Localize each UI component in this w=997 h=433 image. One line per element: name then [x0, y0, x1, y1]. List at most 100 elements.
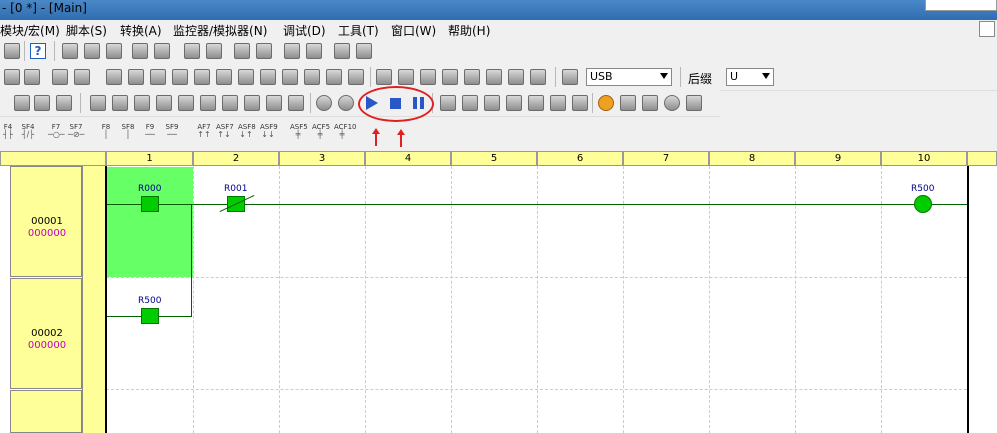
tool-icon-y[interactable] [464, 69, 480, 85]
replace-icon[interactable] [206, 43, 222, 59]
row-header[interactable] [10, 390, 82, 433]
fkey-asf5[interactable]: ASF5 ╪ [290, 123, 308, 139]
monitor-icon[interactable] [14, 95, 30, 111]
tool-icon-q[interactable] [282, 69, 298, 85]
connect-icon[interactable] [562, 69, 578, 85]
column-header[interactable]: 5 [451, 151, 537, 166]
tool-icon-w[interactable] [420, 69, 436, 85]
tool-icon-ad[interactable] [222, 95, 238, 111]
menu-convert[interactable]: 转换(A) [120, 22, 162, 39]
tool-icon-aa[interactable] [508, 69, 524, 85]
undo-icon[interactable] [132, 43, 148, 59]
column-header[interactable]: 4 [365, 151, 451, 166]
menu-macro[interactable]: 模块/宏(M) [0, 22, 60, 39]
step-over-icon[interactable] [572, 95, 588, 111]
tool-icon-ac[interactable] [200, 95, 216, 111]
breakpoint-icon[interactable] [598, 95, 614, 111]
fkey-asf8[interactable]: ASF8 ↓↑ [238, 123, 256, 139]
fkey-acf10[interactable]: ACF10 ╪ [334, 123, 357, 139]
tool-icon-d[interactable] [306, 43, 322, 59]
fkey-f8[interactable]: F8 │ [98, 123, 114, 139]
mdi-close-button[interactable] [979, 21, 995, 37]
tool-icon-af[interactable] [266, 95, 282, 111]
module-icon[interactable] [4, 69, 20, 85]
pc-icon[interactable] [642, 95, 658, 111]
port-select[interactable]: USB [586, 68, 672, 86]
tool-icon-b[interactable] [256, 43, 272, 59]
menu-help[interactable]: 帮助(H) [448, 22, 490, 39]
fkey-acf5[interactable]: ACF5 ╪ [312, 123, 330, 139]
redo-icon[interactable] [154, 43, 170, 59]
fkey-asf9[interactable]: ASF9 ↓↓ [260, 123, 278, 139]
row-header[interactable]: 00002 000000 [10, 278, 82, 389]
menu-debug[interactable]: 调试(D) [283, 22, 326, 39]
timer-icon[interactable] [664, 95, 680, 111]
tool-icon-h[interactable] [74, 69, 90, 85]
fkey-sf8[interactable]: SF8 │ [120, 123, 136, 139]
fkey-f7[interactable]: F7 ─○─ [48, 123, 65, 139]
tool-icon-ag[interactable] [686, 95, 702, 111]
tool-icon-i[interactable] [106, 69, 122, 85]
dev-icon-a[interactable] [34, 95, 50, 111]
row-header[interactable]: 00001 000000 [10, 166, 82, 277]
menu-tools[interactable]: 工具(T) [338, 22, 379, 39]
warning-icon[interactable] [288, 95, 304, 111]
tool-icon-ab[interactable] [530, 69, 546, 85]
step-first-icon[interactable] [440, 95, 456, 111]
fkey-sf4[interactable]: SF4 ┤/├ [20, 123, 36, 139]
help-icon[interactable]: ? [30, 43, 46, 59]
record-icon-b[interactable] [338, 95, 354, 111]
column-header[interactable]: 6 [537, 151, 623, 166]
tool-icon-p[interactable] [260, 69, 276, 85]
wave-icon[interactable] [178, 95, 194, 111]
column-header[interactable]: 3 [279, 151, 365, 166]
tool-icon-j[interactable] [128, 69, 144, 85]
window-controls[interactable] [925, 0, 997, 11]
column-header[interactable]: 9 [795, 151, 881, 166]
suffix-select[interactable]: U [726, 68, 774, 86]
column-header[interactable]: 10 [881, 151, 967, 166]
find-icon[interactable] [184, 43, 200, 59]
tool-icon-a[interactable] [234, 43, 250, 59]
tool-icon-k[interactable] [150, 69, 166, 85]
tool-icon-n[interactable] [216, 69, 232, 85]
tool-icon-z[interactable] [486, 69, 502, 85]
column-header[interactable]: 2 [193, 151, 279, 166]
tool-icon-f[interactable] [356, 43, 372, 59]
contact-no[interactable] [141, 308, 159, 324]
tool-icon-c[interactable] [284, 43, 300, 59]
list-icon-a[interactable] [112, 95, 128, 111]
column-header[interactable]: 8 [709, 151, 795, 166]
fkey-f9[interactable]: F9 ── [142, 123, 158, 139]
step-up-icon[interactable] [462, 95, 478, 111]
tool-icon-e[interactable] [334, 43, 350, 59]
step-next-icon[interactable] [506, 95, 522, 111]
step-back-icon[interactable] [484, 95, 500, 111]
tool-icon-ae[interactable] [244, 95, 260, 111]
step-down-icon[interactable] [528, 95, 544, 111]
dev-icon-b[interactable] [56, 95, 72, 111]
tool-icon-o[interactable] [238, 69, 254, 85]
save-icon[interactable] [4, 43, 20, 59]
output-coil[interactable] [914, 195, 932, 213]
copy-icon[interactable] [84, 43, 100, 59]
list-icon-c[interactable] [156, 95, 172, 111]
step-last-icon[interactable] [550, 95, 566, 111]
device-icon[interactable] [24, 69, 40, 85]
tool-icon-u[interactable] [376, 69, 392, 85]
paste-icon[interactable] [106, 43, 122, 59]
tool-icon-m[interactable] [194, 69, 210, 85]
record-icon[interactable] [316, 95, 332, 111]
fkey-sf9[interactable]: SF9 ── [164, 123, 180, 139]
tool-icon-g[interactable] [52, 69, 68, 85]
tool-icon-r[interactable] [304, 69, 320, 85]
hand-icon[interactable] [620, 95, 636, 111]
fkey-f4[interactable]: F4 ┤├ [0, 123, 16, 139]
fkey-af7[interactable]: AF7 ↑↑ [196, 123, 212, 139]
fkey-sf7[interactable]: SF7 ─⊘─ [68, 123, 84, 139]
tool-icon-x[interactable] [442, 69, 458, 85]
list-icon-b[interactable] [134, 95, 150, 111]
menu-window[interactable]: 窗口(W) [391, 22, 436, 39]
edit-icon[interactable] [90, 95, 106, 111]
column-header[interactable]: 1 [106, 151, 193, 166]
